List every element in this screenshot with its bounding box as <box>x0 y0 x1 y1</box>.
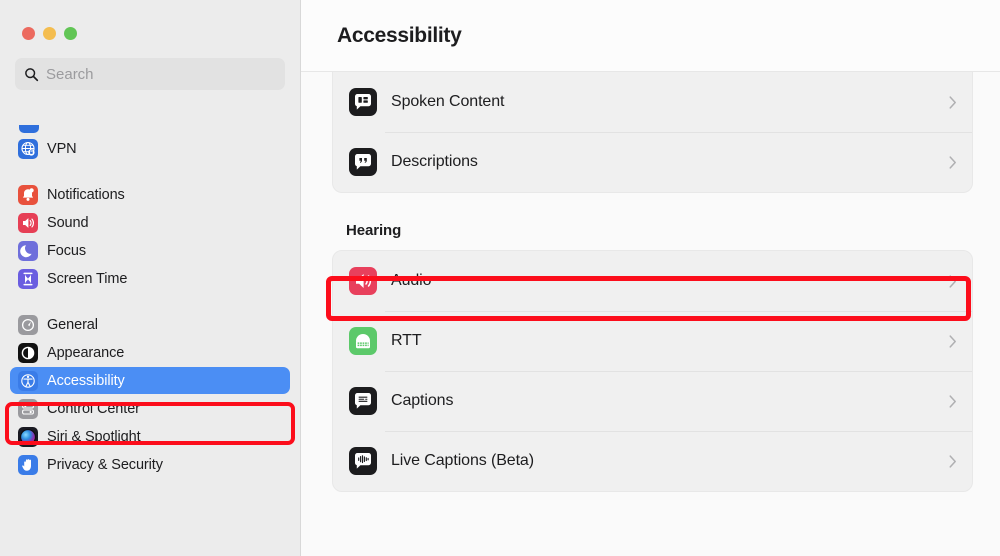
section-title-hearing: Hearing <box>332 193 973 250</box>
row-label: Audio <box>391 272 948 290</box>
sidebar-item-label: Notifications <box>47 187 125 203</box>
audio-icon <box>349 267 377 295</box>
row-spoken-content[interactable]: Spoken Content <box>333 72 972 132</box>
sidebar-item-label: General <box>47 317 98 333</box>
search-container <box>0 40 300 90</box>
card-spoken: Spoken Content <box>332 72 973 193</box>
sidebar-item-label: Control Center <box>47 401 140 417</box>
page-title: Accessibility <box>337 24 462 48</box>
sidebar-item-appearance[interactable]: Appearance <box>10 339 290 366</box>
focus-icon <box>18 241 38 261</box>
chevron-right-icon[interactable] <box>948 274 957 289</box>
close-button[interactable] <box>22 27 35 40</box>
row-descriptions[interactable]: Descriptions <box>333 132 972 192</box>
live-captions-icon <box>349 447 377 475</box>
sidebar-item-label: Screen Time <box>47 271 127 287</box>
rtt-icon <box>349 327 377 355</box>
row-label: RTT <box>391 332 948 350</box>
sidebar-item-vpn[interactable]: VPN <box>10 135 290 162</box>
row-label: Live Captions (Beta) <box>391 452 948 470</box>
sidebar-group-divider <box>0 163 300 180</box>
chevron-right-icon[interactable] <box>948 95 957 110</box>
notifications-icon <box>18 185 38 205</box>
search-icon <box>24 67 39 82</box>
sidebar-item-general[interactable]: General <box>10 311 290 338</box>
search-box[interactable] <box>15 58 285 90</box>
siri-icon <box>18 427 38 447</box>
sidebar-item-privacy-security[interactable]: Privacy & Security <box>10 451 290 478</box>
sidebar-group-divider <box>0 293 300 310</box>
privacy-icon <box>18 455 38 475</box>
content-header: Accessibility <box>301 0 1000 72</box>
sidebar-group-3: General Appearance <box>0 311 300 478</box>
content-pane: Accessibility Spoken Content <box>301 0 1000 556</box>
sound-icon <box>18 213 38 233</box>
card-hearing: Audio <box>332 250 973 492</box>
sidebar-item-screen-time[interactable]: Screen Time <box>10 265 290 292</box>
sidebar-item-label: Siri & Spotlight <box>47 429 141 445</box>
sidebar-item-notifications[interactable]: Notifications <box>10 181 290 208</box>
window-controls <box>0 0 300 40</box>
row-audio[interactable]: Audio <box>333 251 972 311</box>
sidebar-group-1: VPN <box>0 135 300 162</box>
sidebar-scroll-area[interactable]: VPN Notifications <box>0 125 300 556</box>
chevron-right-icon[interactable] <box>948 394 957 409</box>
row-label: Spoken Content <box>391 93 948 111</box>
row-label: Captions <box>391 392 948 410</box>
system-settings-window: VPN Notifications <box>0 0 1000 556</box>
chevron-right-icon[interactable] <box>948 155 957 170</box>
sidebar-item-label: Accessibility <box>47 373 125 389</box>
sidebar-item-label: Privacy & Security <box>47 457 163 473</box>
screen-time-icon <box>18 269 38 289</box>
row-rtt[interactable]: RTT <box>333 311 972 371</box>
search-input[interactable] <box>46 66 276 83</box>
sidebar-item-sound[interactable]: Sound <box>10 209 290 236</box>
sidebar-item-label: Appearance <box>47 345 124 361</box>
sidebar-item-siri-spotlight[interactable]: Siri & Spotlight <box>10 423 290 450</box>
row-captions[interactable]: Captions <box>333 371 972 431</box>
general-icon <box>18 315 38 335</box>
sidebar-item-control-center[interactable]: Control Center <box>10 395 290 422</box>
zoom-button[interactable] <box>64 27 77 40</box>
sidebar-item-clipped[interactable] <box>0 125 300 134</box>
sidebar-group-2: Notifications Sound <box>0 181 300 292</box>
chevron-right-icon[interactable] <box>948 334 957 349</box>
sidebar-item-focus[interactable]: Focus <box>10 237 290 264</box>
content-body[interactable]: Spoken Content <box>301 72 1000 556</box>
descriptions-icon <box>349 148 377 176</box>
sidebar-item-label: Sound <box>47 215 88 231</box>
captions-icon <box>349 387 377 415</box>
appearance-icon <box>18 343 38 363</box>
chevron-right-icon[interactable] <box>948 454 957 469</box>
vpn-icon <box>18 139 38 159</box>
row-live-captions[interactable]: Live Captions (Beta) <box>333 431 972 491</box>
next-section-hint <box>332 492 973 518</box>
sidebar-item-accessibility[interactable]: Accessibility <box>10 367 290 394</box>
spoken-content-icon <box>349 88 377 116</box>
minimize-button[interactable] <box>43 27 56 40</box>
sidebar-item-label: Focus <box>47 243 86 259</box>
accessibility-icon <box>18 371 38 391</box>
sidebar: VPN Notifications <box>0 0 301 556</box>
control-center-icon <box>18 399 38 419</box>
row-label: Descriptions <box>391 153 948 171</box>
sidebar-item-label: VPN <box>47 141 77 157</box>
network-icon <box>19 125 39 133</box>
